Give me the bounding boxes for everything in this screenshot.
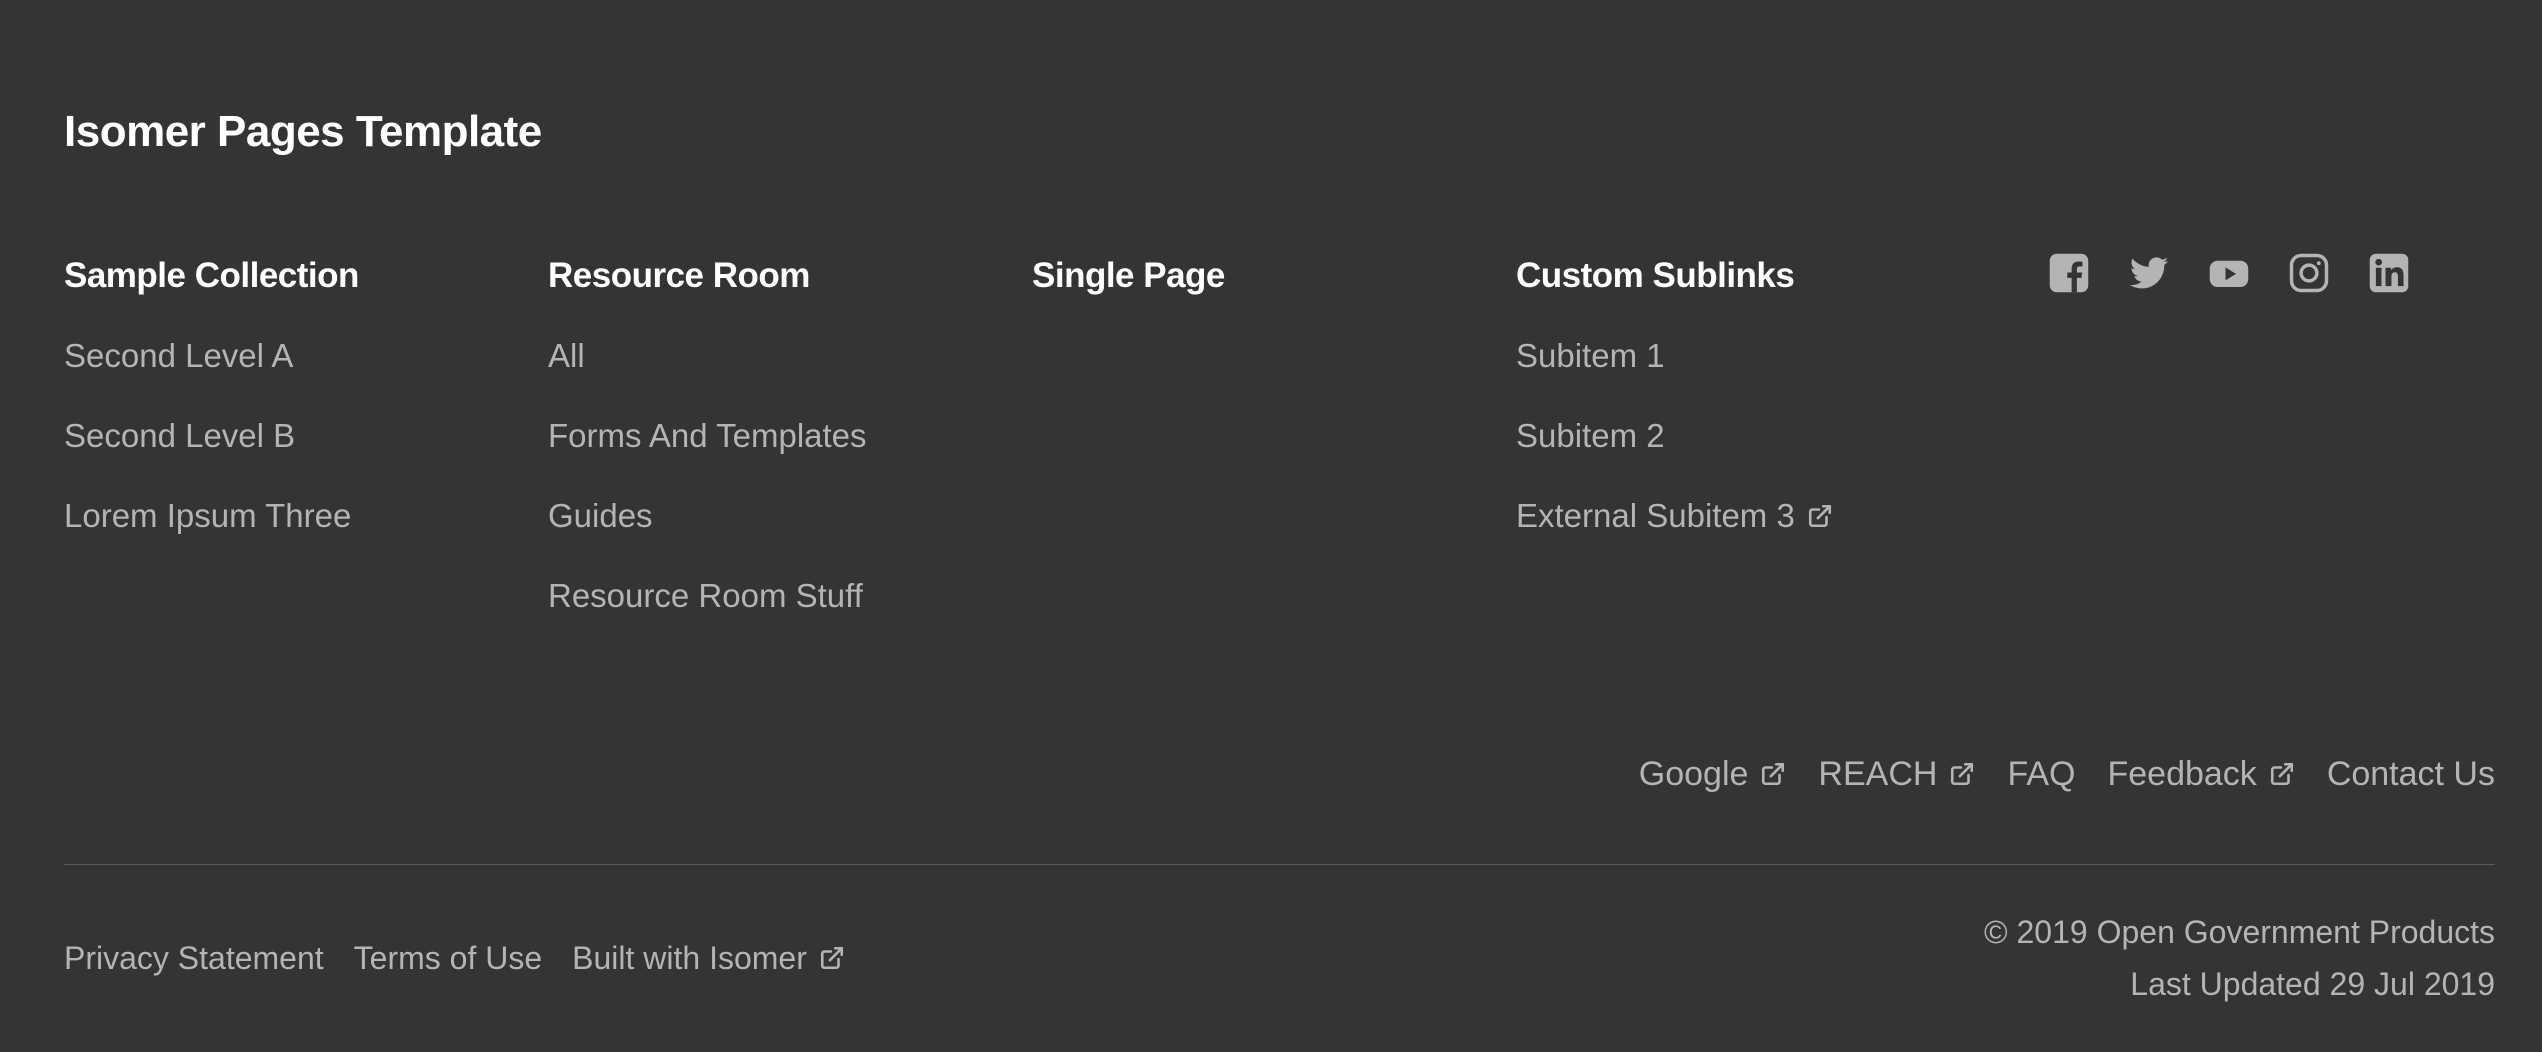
footer-divider (64, 864, 2495, 865)
utility-link-feedback[interactable]: Feedback (2107, 748, 2294, 800)
external-link-icon (1951, 762, 1974, 786)
legal-link-terms-of-use[interactable]: Terms of Use (354, 932, 542, 984)
facebook-icon[interactable] (2048, 252, 2090, 294)
footer-nav-heading-sample-collection[interactable]: Sample Collection (64, 250, 504, 302)
footer-nav-link-subitem-1[interactable]: Subitem 1 (1516, 330, 1956, 382)
twitter-icon[interactable] (2128, 252, 2170, 294)
site-title: Isomer Pages Template (64, 107, 542, 156)
footer-nav-link-subitem-2[interactable]: Subitem 2 (1516, 410, 1956, 462)
footer-nav-column-sample-collection: Sample Collection Second Level A Second … (64, 250, 504, 542)
utility-link-google-label: Google (1638, 755, 1749, 793)
footer-nav-column-custom-sublinks: Custom Sublinks Subitem 1 Subitem 2 Exte… (1516, 250, 1956, 542)
copyright-block: © 2019 Open Government Products Last Upd… (1984, 906, 2495, 1010)
footer-nav-link-all[interactable]: All (548, 330, 988, 382)
footer-nav-link-forms-and-templates[interactable]: Forms And Templates (548, 410, 988, 462)
external-link-icon (820, 946, 843, 970)
footer-nav-heading-resource-room[interactable]: Resource Room (548, 250, 988, 302)
social-media-links (2048, 250, 2410, 296)
instagram-icon[interactable] (2288, 252, 2330, 294)
site-footer: Isomer Pages Template Sample Collection … (0, 0, 2542, 1052)
footer-nav-link-resource-room-stuff[interactable]: Resource Room Stuff (548, 570, 988, 622)
legal-link-built-with-isomer-label: Built with Isomer (572, 940, 807, 976)
external-link-icon (2270, 762, 2293, 786)
footer-utility-links: Google REACH FAQ Feedback Contact Us (1639, 748, 2495, 800)
footer-nav-link-second-level-b[interactable]: Second Level B (64, 410, 504, 462)
last-updated-text: Last Updated 29 Jul 2019 (2130, 966, 2495, 1002)
footer-nav-column-single-page: Single Page (1032, 250, 1472, 302)
utility-link-reach[interactable]: REACH (1818, 748, 1975, 800)
external-link-icon (1762, 762, 1785, 786)
utility-link-faq[interactable]: FAQ (2007, 748, 2075, 800)
utility-link-reach-label: REACH (1818, 755, 1938, 793)
legal-link-built-with-isomer[interactable]: Built with Isomer (572, 932, 845, 984)
footer-nav-link-second-level-a[interactable]: Second Level A (64, 330, 504, 382)
utility-link-contact-us[interactable]: Contact Us (2327, 748, 2495, 800)
footer-legal-links: Privacy Statement Terms of Use Built wit… (64, 932, 845, 984)
youtube-icon[interactable] (2208, 252, 2250, 294)
footer-nav-column-resource-room: Resource Room All Forms And Templates Gu… (548, 250, 988, 622)
utility-link-feedback-label: Feedback (2107, 755, 2257, 793)
footer-nav-link-external-subitem-3[interactable]: External Subitem 3 (1516, 490, 1956, 542)
linkedin-icon[interactable] (2368, 252, 2410, 294)
utility-link-google[interactable]: Google (1639, 748, 1787, 800)
footer-nav-link-lorem-ipsum-three[interactable]: Lorem Ipsum Three (64, 490, 504, 542)
footer-nav-heading-single-page[interactable]: Single Page (1032, 250, 1472, 302)
footer-nav-link-guides[interactable]: Guides (548, 490, 988, 542)
copyright-text: © 2019 Open Government Products (1984, 914, 2495, 950)
footer-nav-link-external-subitem-3-label: External Subitem 3 (1516, 497, 1795, 534)
footer-nav-heading-custom-sublinks[interactable]: Custom Sublinks (1516, 250, 1956, 302)
external-link-icon (1808, 504, 1831, 528)
legal-link-privacy-statement[interactable]: Privacy Statement (64, 932, 324, 984)
